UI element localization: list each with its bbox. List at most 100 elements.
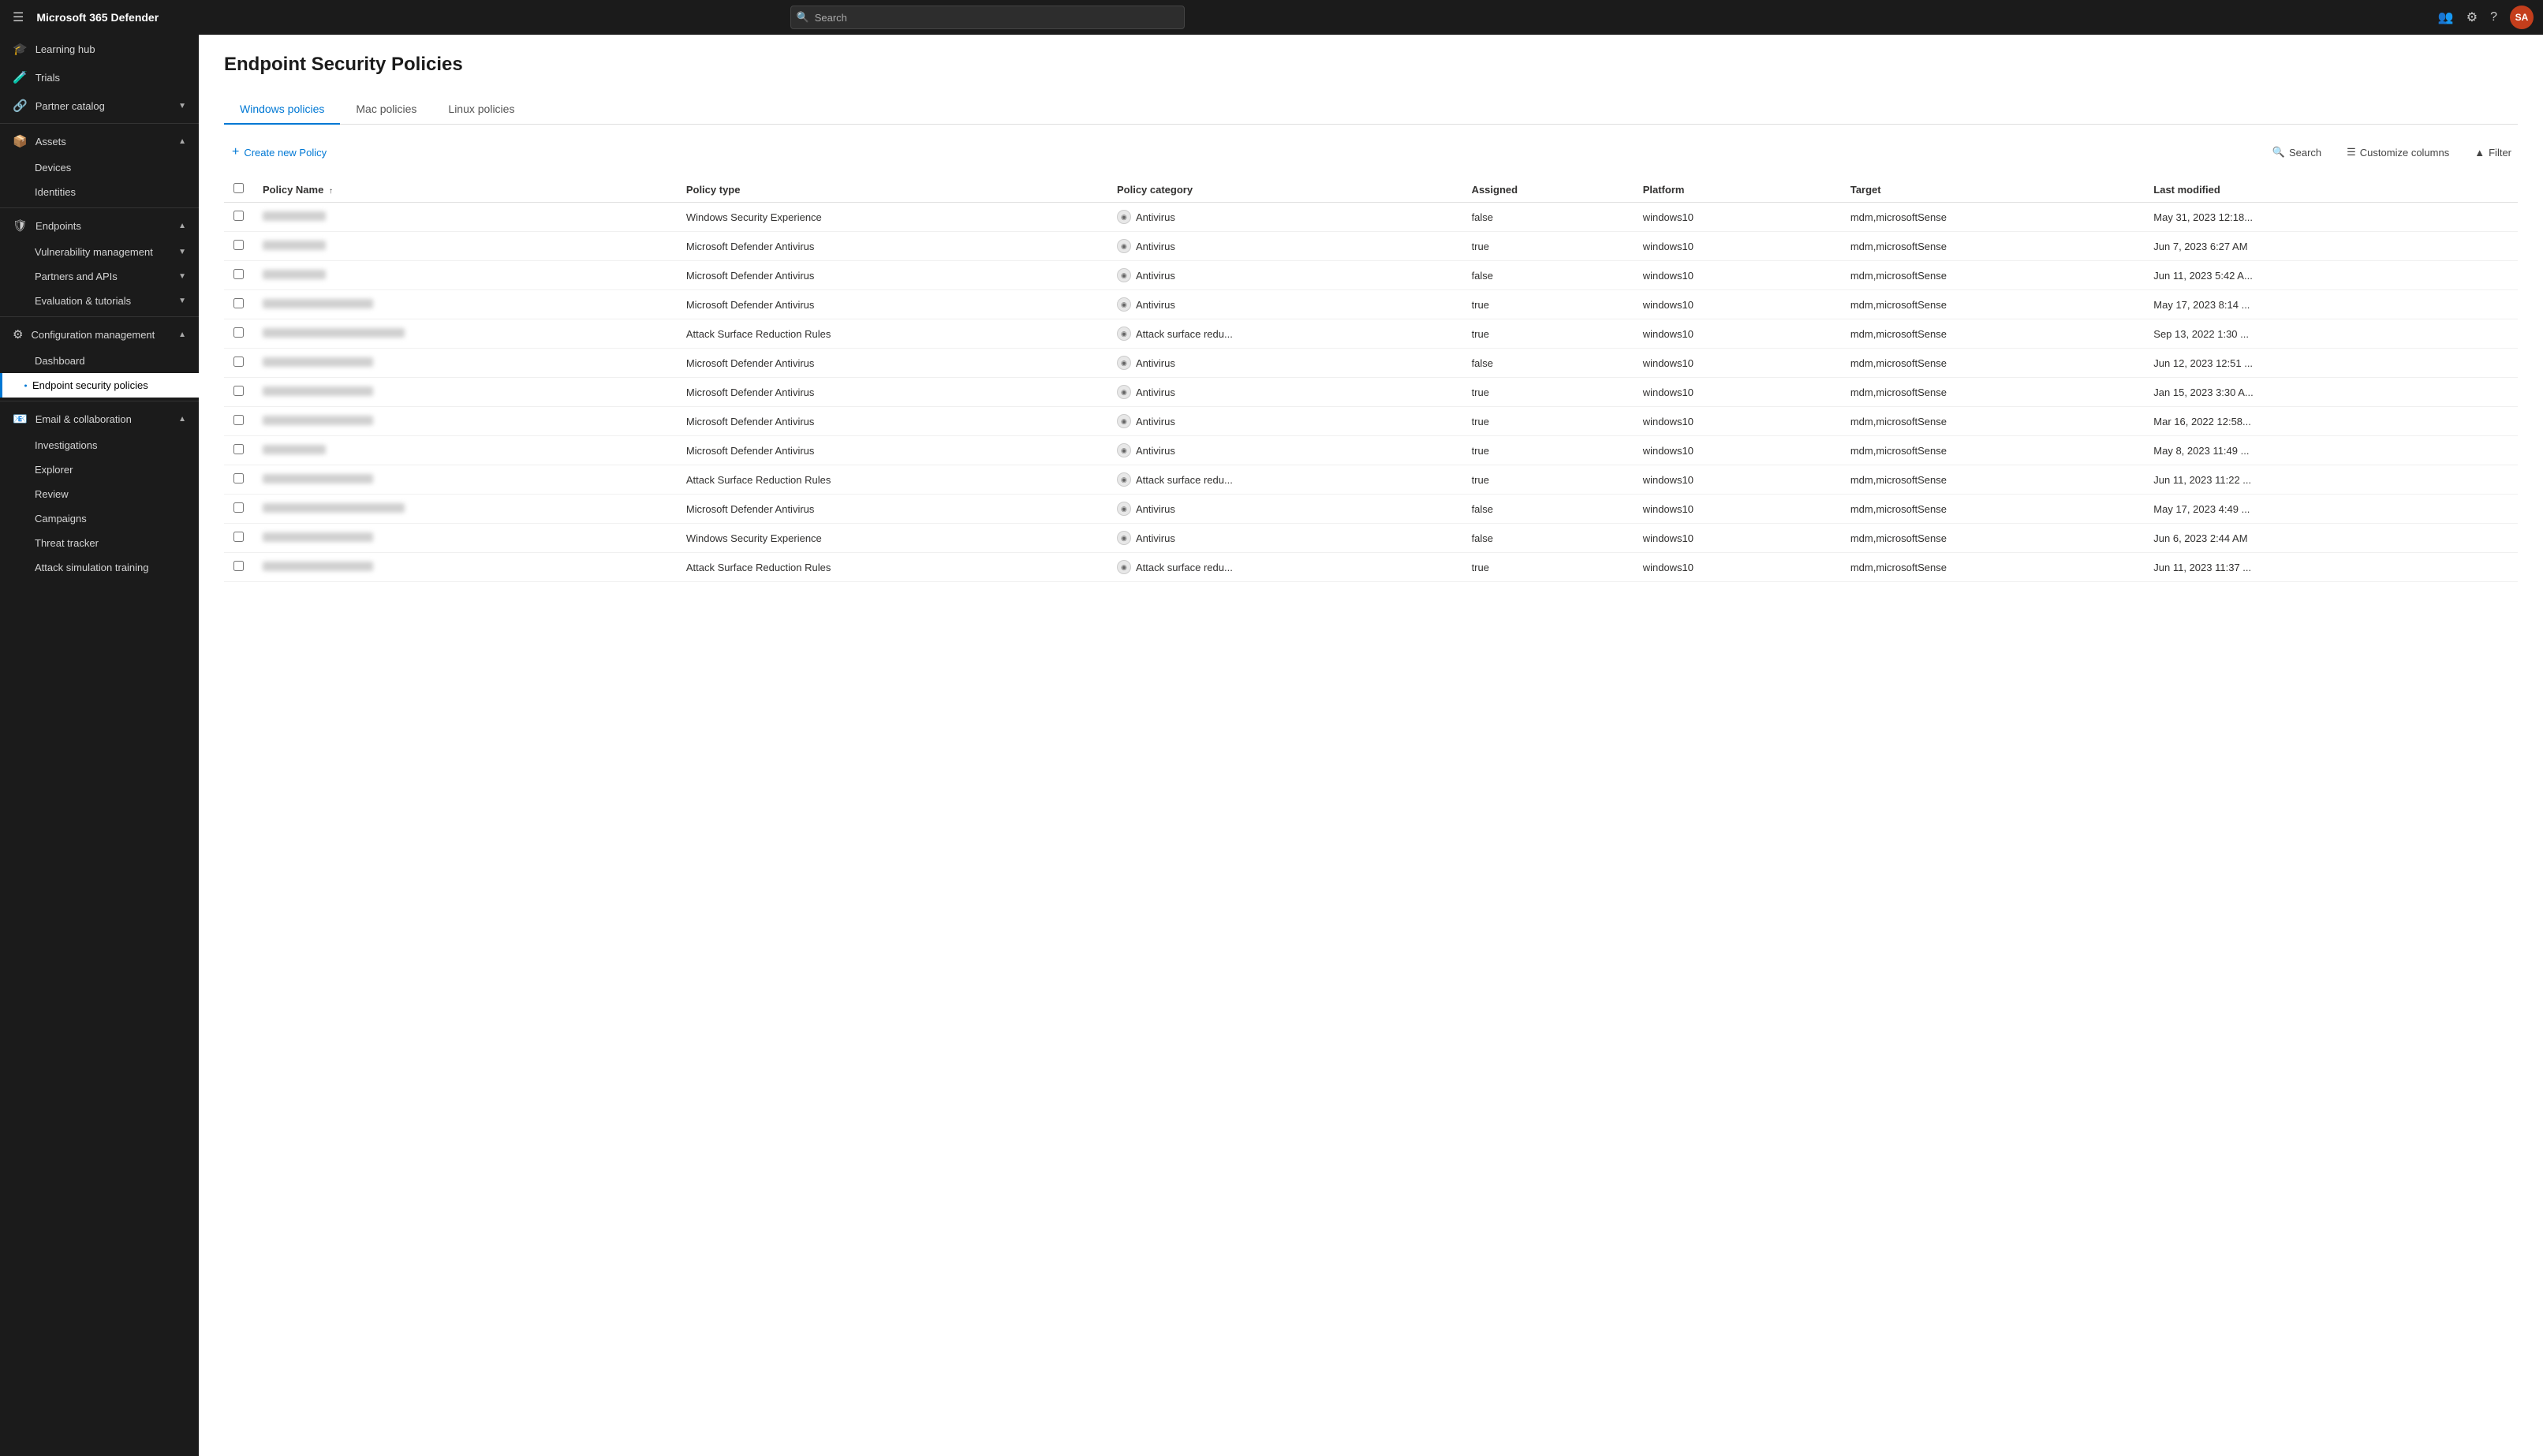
sidebar-item-evaluation[interactable]: Evaluation & tutorials ▼ [0,289,199,313]
sidebar-item-partner-catalog[interactable]: 🔗 Partner catalog ▼ [0,91,199,120]
last-modified-cell: Jun 11, 2023 11:37 ... [2144,553,2518,582]
sidebar-item-label: Partner catalog [35,100,105,112]
policy-name-blurred [263,445,326,454]
avatar[interactable]: SA [2510,6,2534,29]
row-checkbox-3[interactable] [233,298,244,308]
policy-category-cell: ◉ Antivirus [1107,407,1462,436]
help-icon[interactable]: ? [2490,10,2497,24]
row-checkbox-7[interactable] [233,415,244,425]
row-checkbox-0[interactable] [233,211,244,221]
row-checkbox-1[interactable] [233,240,244,250]
row-checkbox-6[interactable] [233,386,244,396]
row-checkbox-5[interactable] [233,357,244,367]
identities-label: Identities [35,186,76,198]
row-checkbox-cell [224,203,253,232]
row-checkbox-cell [224,407,253,436]
policy-name-blurred [263,270,326,279]
policy-name-blurred [263,386,373,396]
sidebar-item-review[interactable]: Review [0,482,199,506]
platform-cell: windows10 [1634,319,1841,349]
partners-apis-label: Partners and APIs [35,271,118,282]
hamburger-menu[interactable]: ☰ [9,6,27,28]
target-cell: mdm,microsoftSense [1841,465,2144,495]
sidebar-item-config-management[interactable]: ⚙ Configuration management ▲ [0,320,199,349]
tab-windows[interactable]: Windows policies [224,95,340,125]
row-checkbox-10[interactable] [233,502,244,513]
sidebar-item-explorer[interactable]: Explorer [0,457,199,482]
sidebar-item-identities[interactable]: Identities [0,180,199,204]
row-checkbox-11[interactable] [233,532,244,542]
category-icon: ◉ [1117,297,1131,312]
select-all-checkbox[interactable] [233,183,244,193]
partner-catalog-icon: 🔗 [13,99,28,113]
filter-button[interactable]: ▲ Filter [2468,143,2518,162]
row-checkbox-2[interactable] [233,269,244,279]
sidebar-item-assets[interactable]: 📦 Assets ▲ [0,127,199,155]
share-icon[interactable]: 👥 [2438,9,2454,25]
devices-label: Devices [35,162,71,174]
search-button[interactable]: 🔍 Search [2266,142,2328,162]
sidebar-item-endpoints[interactable]: 🛡 Endpoints ▲ [0,211,199,240]
category-icon: ◉ [1117,443,1131,457]
sidebar-item-trials[interactable]: 🧪 Trials [0,63,199,91]
category-icon: ◉ [1117,385,1131,399]
tab-linux[interactable]: Linux policies [432,95,530,125]
row-checkbox-cell [224,232,253,261]
sidebar-item-campaigns[interactable]: Campaigns [0,506,199,531]
category-label: Antivirus [1136,503,1175,515]
target-cell: mdm,microsoftSense [1841,203,2144,232]
sidebar-item-learning-hub[interactable]: 🎓 Learning hub [0,35,199,63]
header-assigned: Assigned [1462,177,1634,203]
config-icon: ⚙ [13,327,23,342]
policy-name-label: Policy Name [263,184,323,196]
table-row: Attack Surface Reduction Rules ◉ Attack … [224,319,2518,349]
policy-name-cell [253,203,677,232]
target-cell: mdm,microsoftSense [1841,319,2144,349]
header-policy-name[interactable]: Policy Name ↑ [253,177,677,203]
target-cell: mdm,microsoftSense [1841,553,2144,582]
main-content: Endpoint Security Policies Windows polic… [199,35,2543,1456]
last-modified-cell: Jun 6, 2023 2:44 AM [2144,524,2518,553]
app-title: Microsoft 365 Defender [36,11,159,24]
policy-name-cell [253,465,677,495]
category-icon: ◉ [1117,239,1131,253]
policy-name-cell [253,349,677,378]
sidebar-item-partners-apis[interactable]: Partners and APIs ▼ [0,264,199,289]
sidebar-item-attack-simulation[interactable]: Attack simulation training [0,555,199,580]
investigations-label: Investigations [35,439,98,451]
settings-icon[interactable]: ⚙ [2466,9,2478,25]
create-policy-button[interactable]: + Create new Policy [224,140,334,164]
sidebar-item-vulnerability[interactable]: Vulnerability management ▼ [0,240,199,264]
sidebar-item-investigations[interactable]: Investigations [0,433,199,457]
table-row: Windows Security Experience ◉ Antivirus … [224,203,2518,232]
target-cell: mdm,microsoftSense [1841,436,2144,465]
policy-name-cell [253,407,677,436]
policy-name-blurred [263,211,326,221]
target-cell: mdm,microsoftSense [1841,524,2144,553]
tab-mac[interactable]: Mac policies [340,95,432,125]
header-target: Target [1841,177,2144,203]
row-checkbox-8[interactable] [233,444,244,454]
assigned-cell: true [1462,553,1634,582]
customize-columns-button[interactable]: ☰ Customize columns [2340,142,2455,162]
sidebar-item-devices[interactable]: Devices [0,155,199,180]
row-checkbox-12[interactable] [233,561,244,571]
platform-cell: windows10 [1634,349,1841,378]
last-modified-cell: May 31, 2023 12:18... [2144,203,2518,232]
attack-simulation-label: Attack simulation training [35,562,149,573]
row-checkbox-cell [224,378,253,407]
policy-category-cell: ◉ Antivirus [1107,378,1462,407]
sidebar-item-threat-tracker[interactable]: Threat tracker [0,531,199,555]
dashboard-label: Dashboard [35,355,85,367]
category-icon: ◉ [1117,560,1131,574]
assets-icon: 📦 [13,134,28,148]
sidebar-item-dashboard[interactable]: Dashboard [0,349,199,373]
row-checkbox-9[interactable] [233,473,244,483]
endpoints-icon: 🛡 [13,218,28,233]
last-modified-cell: Jun 11, 2023 5:42 A... [2144,261,2518,290]
search-input[interactable] [790,6,1185,29]
platform-cell: windows10 [1634,436,1841,465]
row-checkbox-4[interactable] [233,327,244,338]
sidebar-item-email-collab[interactable]: 📧 Email & collaboration ▲ [0,405,199,433]
sidebar-item-endpoint-security[interactable]: Endpoint security policies [0,373,199,398]
